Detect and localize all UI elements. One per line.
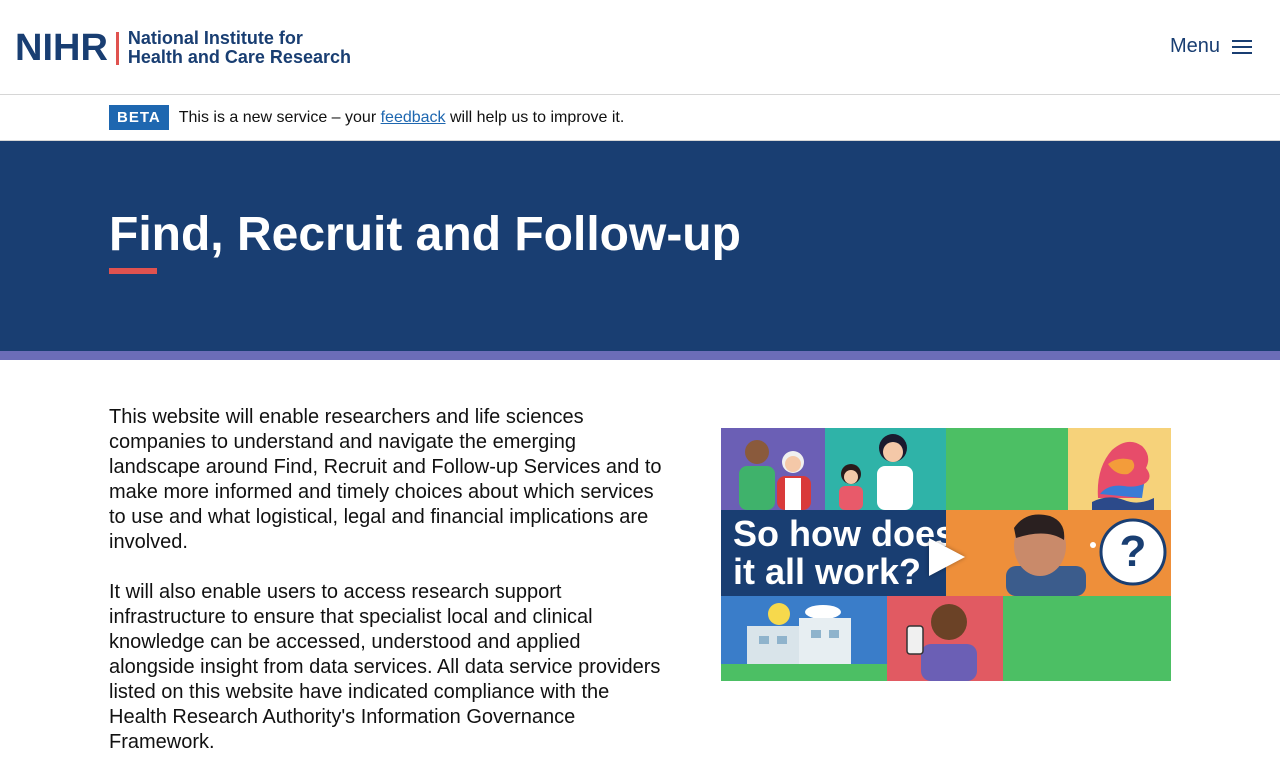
site-header: NIHR National Institute for Health and C… xyxy=(0,0,1280,95)
intro-paragraph-1: This website will enable researchers and… xyxy=(109,406,662,553)
video-title-panel: So how does it all work? xyxy=(721,510,955,596)
beta-tag: BETA xyxy=(109,105,169,130)
logo-divider xyxy=(115,31,119,65)
beta-banner: BETA This is a new service – your feedba… xyxy=(0,95,1280,141)
nihr-logo[interactable]: NIHR National Institute for Health and C… xyxy=(15,27,351,69)
logo-mark: NIHR xyxy=(15,27,108,69)
illustration-tile-purple xyxy=(721,428,825,510)
beta-text-after: will help us to improve it. xyxy=(445,108,625,126)
hamburger-icon xyxy=(1232,39,1252,54)
people-illustration-icon xyxy=(739,440,811,510)
logo-line-2: Health and Care Research xyxy=(127,47,351,67)
beta-message: This is a new service – your feedback wi… xyxy=(179,109,625,127)
illustration-tile-teal xyxy=(825,428,946,510)
menu-label: Menu xyxy=(1169,35,1220,57)
logo-text: National Institute for Health and Care R… xyxy=(128,29,351,67)
beta-text-before: This is a new service – your xyxy=(178,108,381,126)
hospital-illustration-icon xyxy=(721,603,887,681)
illustration-tile-yellow xyxy=(1068,428,1171,510)
play-icon[interactable] xyxy=(929,538,965,576)
illustration-tile-green-2 xyxy=(1003,596,1171,681)
menu-button[interactable]: Menu xyxy=(1170,35,1252,58)
title-underline xyxy=(109,268,157,274)
illustration-tile-green xyxy=(946,428,1068,510)
intro-paragraph-2: It will also enable users to access rese… xyxy=(109,581,661,753)
illustration-tile-orange: ? xyxy=(946,510,1171,596)
logo-line-1: National Institute for xyxy=(127,28,303,48)
doctor-child-illustration-icon xyxy=(839,434,913,510)
illustration-tile-red xyxy=(887,596,1003,681)
feedback-link[interactable]: feedback xyxy=(381,109,446,126)
video-title-line-1: So how does xyxy=(733,513,956,554)
illustration-tile-blue xyxy=(721,596,887,681)
hero-banner: Find, Recruit and Follow-up xyxy=(0,141,1280,351)
question-mark: ? xyxy=(1119,527,1147,576)
hero-stripe xyxy=(0,351,1280,360)
colorful-head-icon xyxy=(1092,441,1154,510)
page-title: Find, Recruit and Follow-up xyxy=(109,208,741,261)
man-with-phone-illustration-icon xyxy=(906,604,977,681)
video-thumbnail[interactable]: So how does it all work? ? xyxy=(721,428,1171,681)
video-title-line-2: it all work? xyxy=(733,551,922,592)
intro-content: This website will enable researchers and… xyxy=(109,405,669,780)
